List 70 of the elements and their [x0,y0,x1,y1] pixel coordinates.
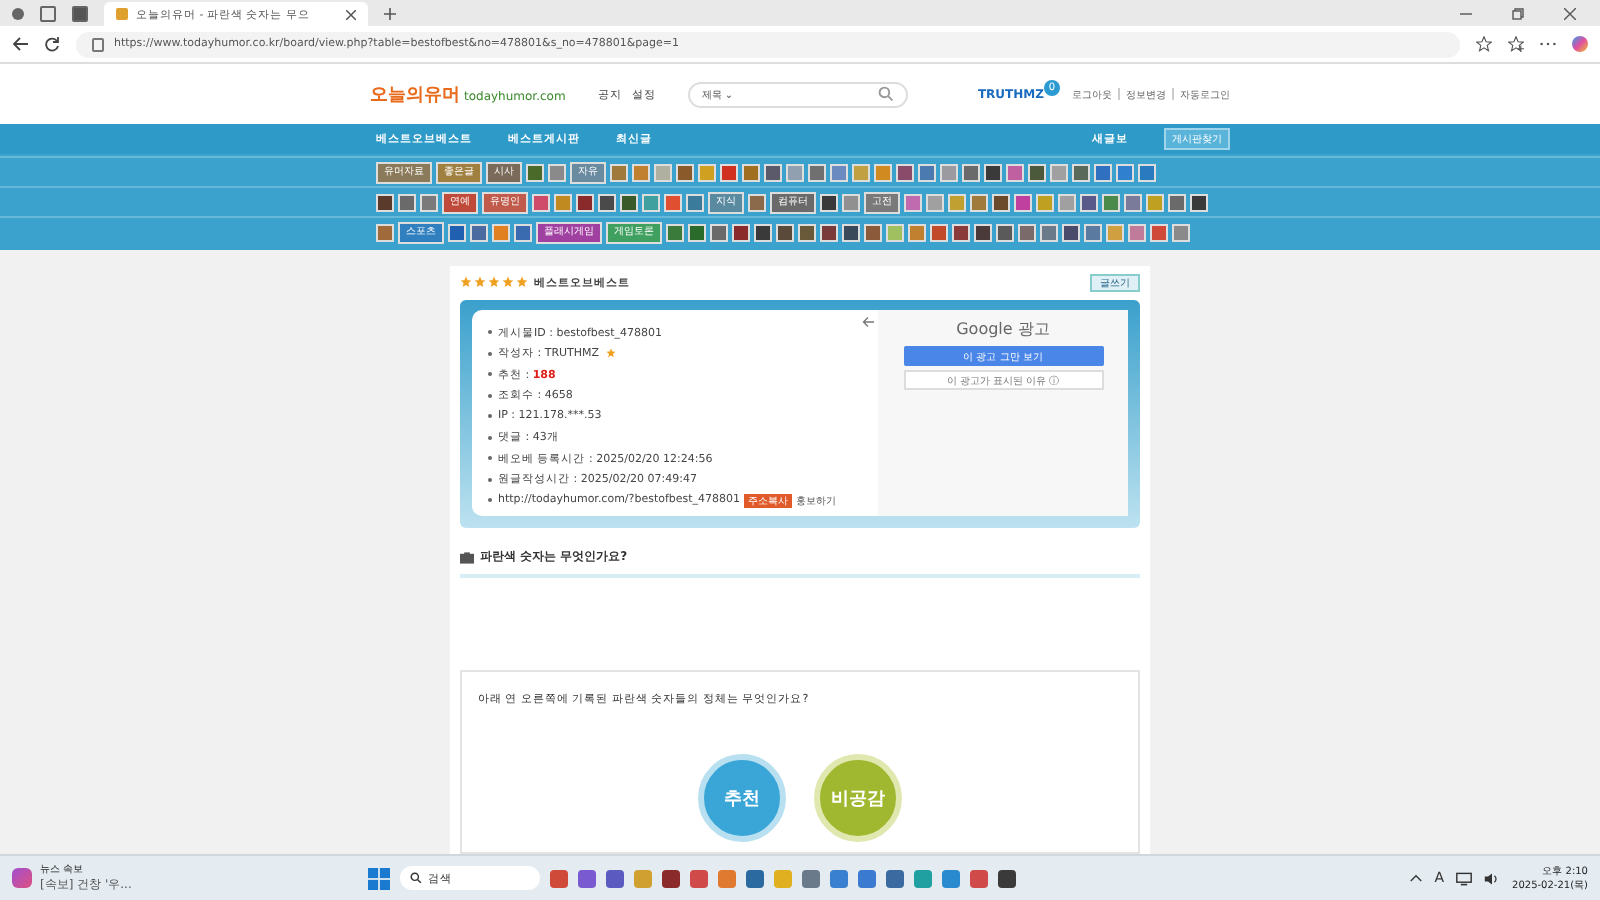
board-icon[interactable] [992,193,1010,211]
board-icon[interactable] [754,223,772,241]
board-icon[interactable] [376,193,394,211]
board-icon[interactable] [1062,223,1080,241]
board-icon[interactable] [984,163,1002,181]
taskbar-app-icon[interactable] [746,869,764,887]
board-icon[interactable] [952,223,970,241]
board-icon[interactable] [1168,193,1186,211]
board-icon[interactable] [620,193,638,211]
taskbar-app-icon[interactable] [886,869,904,887]
tab-list-icon[interactable] [72,5,88,21]
board-icon[interactable] [764,163,782,181]
board-icon[interactable] [720,163,738,181]
board-icon[interactable] [598,193,616,211]
board-icon[interactable] [710,223,728,241]
ad-title: Google 광고 [956,318,1050,340]
back-icon[interactable] [12,36,28,52]
board-icon[interactable] [996,223,1014,241]
star-outline-icon[interactable] [1476,36,1492,52]
board-icon[interactable] [842,223,860,241]
board-icon[interactable] [576,193,594,211]
board-icon[interactable] [688,223,706,241]
board-icon[interactable] [448,223,466,241]
board-icon[interactable] [930,223,948,241]
tab-actions-icon[interactable] [40,5,56,21]
board-icon[interactable] [748,193,766,211]
close-icon[interactable] [1564,7,1576,19]
board-icon[interactable] [798,223,816,241]
recommend-button[interactable]: 추천 [698,754,786,842]
chevron-up-icon[interactable] [1410,874,1423,882]
board-icon[interactable] [732,223,750,241]
minimize-icon[interactable] [1460,7,1472,19]
board-icon[interactable] [1190,193,1208,211]
board-icon[interactable] [1028,163,1046,181]
board-icon[interactable] [1094,163,1112,181]
search-icon [410,872,422,884]
taskbar-app-icon[interactable] [998,869,1016,887]
board-icon[interactable] [470,223,488,241]
search-icon[interactable] [877,86,894,102]
close-tab-icon[interactable] [346,9,356,19]
board-icon[interactable] [896,163,914,181]
refresh-icon[interactable] [44,36,60,52]
taskbar-app-icon[interactable] [662,869,680,887]
profile-icon[interactable] [12,7,24,19]
news-widget-icon[interactable] [12,868,32,888]
board-icon[interactable] [666,223,684,241]
favorites-icon[interactable] [1508,36,1524,52]
board-icon[interactable] [864,223,882,241]
restore-icon[interactable] [1512,7,1524,19]
board-icon[interactable] [820,193,838,211]
board-icon[interactable] [526,163,544,181]
board-icon[interactable] [974,223,992,241]
new-tab-icon[interactable] [384,7,396,19]
board-icon[interactable] [820,223,838,241]
monitor-icon[interactable] [1456,871,1473,885]
speaker-icon[interactable] [1484,871,1501,885]
board-icon[interactable] [776,223,794,241]
board-icon[interactable] [676,163,694,181]
board-icon[interactable] [1072,163,1090,181]
favicon-icon [116,8,128,20]
board-icon[interactable] [962,163,980,181]
start-icon[interactable] [368,867,390,889]
taskbar-app-icon[interactable] [606,869,624,887]
taskbar-app-icon[interactable] [578,869,596,887]
board-icon[interactable] [808,163,826,181]
board-icon[interactable] [398,193,416,211]
board-icon[interactable] [514,223,532,241]
star-icon [605,348,616,358]
board-icon[interactable] [1018,223,1036,241]
board-icon[interactable] [1080,193,1098,211]
